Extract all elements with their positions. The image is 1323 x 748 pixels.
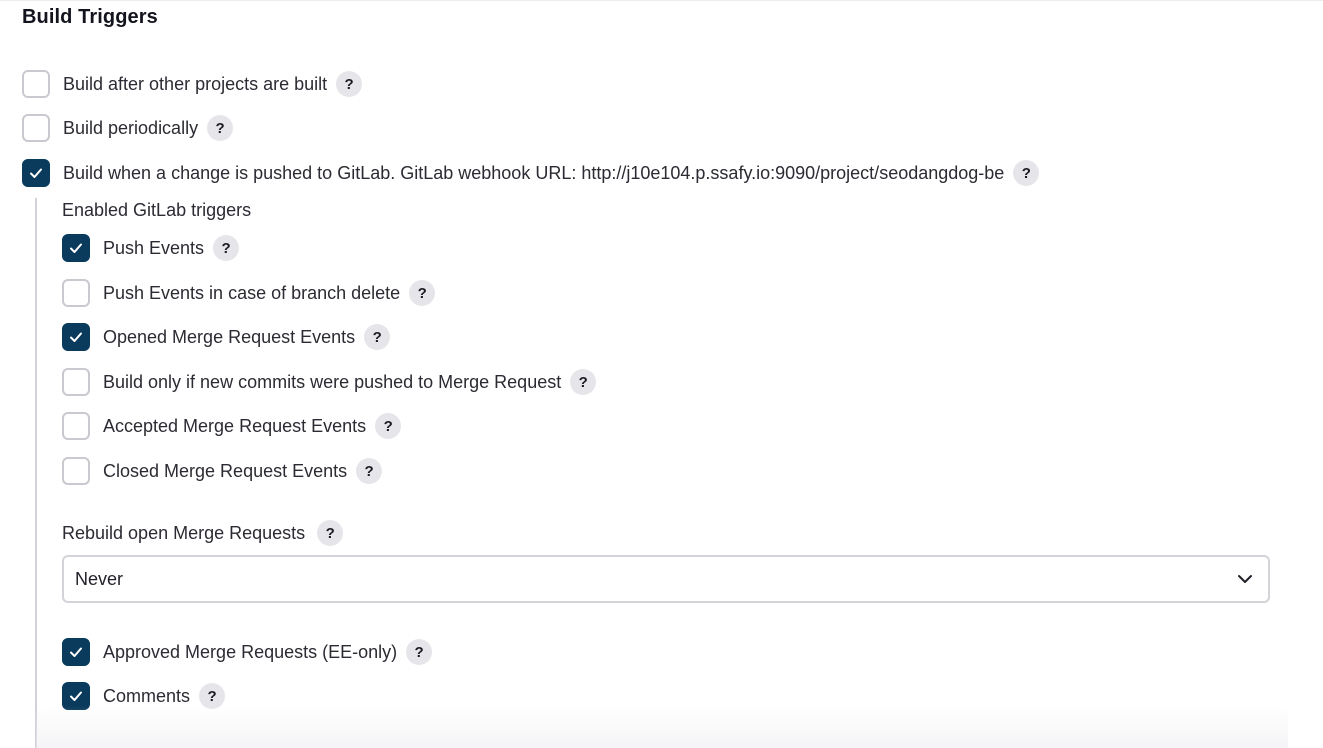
help-icon[interactable]: ?: [336, 71, 363, 97]
checkmark-icon: [70, 332, 82, 342]
build-triggers-page: Build Triggers Build after other project…: [0, 0, 1323, 748]
option-push-events[interactable]: Push Events ?: [62, 234, 240, 262]
trigger-build-after-other-projects[interactable]: Build after other projects are built ?: [22, 70, 363, 98]
help-icon[interactable]: ?: [199, 683, 226, 709]
checkbox-opened-merge-request[interactable]: [62, 323, 90, 351]
option-label[interactable]: Opened Merge Request Events: [103, 327, 355, 348]
option-accepted-merge-request[interactable]: Accepted Merge Request Events ?: [62, 412, 402, 440]
trigger-build-periodically[interactable]: Build periodically ?: [22, 114, 234, 142]
checkbox-approved-merge-requests[interactable]: [62, 638, 90, 666]
bottom-shadow: [36, 706, 1288, 748]
checkbox-accepted-merge-request[interactable]: [62, 412, 90, 440]
help-icon[interactable]: ?: [375, 413, 402, 439]
checkbox-build-periodically[interactable]: [22, 114, 50, 142]
option-comments[interactable]: Comments ?: [62, 682, 226, 710]
option-opened-merge-request[interactable]: Opened Merge Request Events ?: [62, 323, 391, 351]
help-icon[interactable]: ?: [207, 115, 234, 141]
section-title: Build Triggers: [22, 6, 158, 28]
checkbox-comments[interactable]: [62, 682, 90, 710]
option-label[interactable]: Push Events in case of branch delete: [103, 283, 400, 304]
nested-section-indicator: [35, 198, 37, 748]
checkmark-icon: [70, 647, 82, 657]
top-divider: [0, 0, 1323, 1]
checkmark-icon: [30, 168, 42, 178]
trigger-label[interactable]: Build periodically: [63, 118, 198, 139]
trigger-gitlab-push[interactable]: Build when a change is pushed to GitLab.…: [22, 159, 1040, 187]
trigger-label[interactable]: Build after other projects are built: [63, 74, 327, 95]
checkmark-icon: [70, 243, 82, 253]
rebuild-select-value: Never: [75, 568, 124, 589]
option-push-events-branch-delete[interactable]: Push Events in case of branch delete ?: [62, 279, 436, 307]
checkbox-build-only-new-commits[interactable]: [62, 368, 90, 396]
gitlab-triggers-heading: Enabled GitLab triggers: [62, 200, 252, 220]
rebuild-select[interactable]: Never: [62, 555, 1270, 603]
help-icon[interactable]: ?: [356, 458, 383, 484]
option-build-only-new-commits[interactable]: Build only if new commits were pushed to…: [62, 368, 597, 396]
help-icon[interactable]: ?: [317, 520, 344, 546]
help-icon[interactable]: ?: [364, 324, 391, 350]
checkbox-push-events[interactable]: [62, 234, 90, 262]
option-approved-merge-requests[interactable]: Approved Merge Requests (EE-only) ?: [62, 638, 433, 666]
option-label[interactable]: Accepted Merge Request Events: [103, 416, 366, 437]
help-icon[interactable]: ?: [570, 369, 597, 395]
option-label[interactable]: Closed Merge Request Events: [103, 461, 347, 482]
chevron-down-icon: [1238, 575, 1252, 583]
rebuild-field-label-row: Rebuild open Merge Requests ?: [62, 519, 344, 547]
checkbox-gitlab-push[interactable]: [22, 159, 50, 187]
help-icon[interactable]: ?: [406, 639, 433, 665]
checkmark-icon: [70, 691, 82, 701]
checkbox-closed-merge-request[interactable]: [62, 457, 90, 485]
option-label[interactable]: Comments: [103, 686, 190, 707]
help-icon[interactable]: ?: [213, 235, 240, 261]
checkbox-build-after-other-projects[interactable]: [22, 70, 50, 98]
option-label[interactable]: Build only if new commits were pushed to…: [103, 372, 561, 393]
help-icon[interactable]: ?: [1013, 160, 1040, 186]
option-label[interactable]: Push Events: [103, 238, 204, 259]
trigger-label[interactable]: Build when a change is pushed to GitLab.…: [63, 163, 1004, 184]
option-closed-merge-request[interactable]: Closed Merge Request Events ?: [62, 457, 383, 485]
checkbox-push-events-branch-delete[interactable]: [62, 279, 90, 307]
option-label[interactable]: Approved Merge Requests (EE-only): [103, 642, 397, 663]
rebuild-field-label: Rebuild open Merge Requests: [62, 522, 306, 543]
help-icon[interactable]: ?: [409, 280, 436, 306]
